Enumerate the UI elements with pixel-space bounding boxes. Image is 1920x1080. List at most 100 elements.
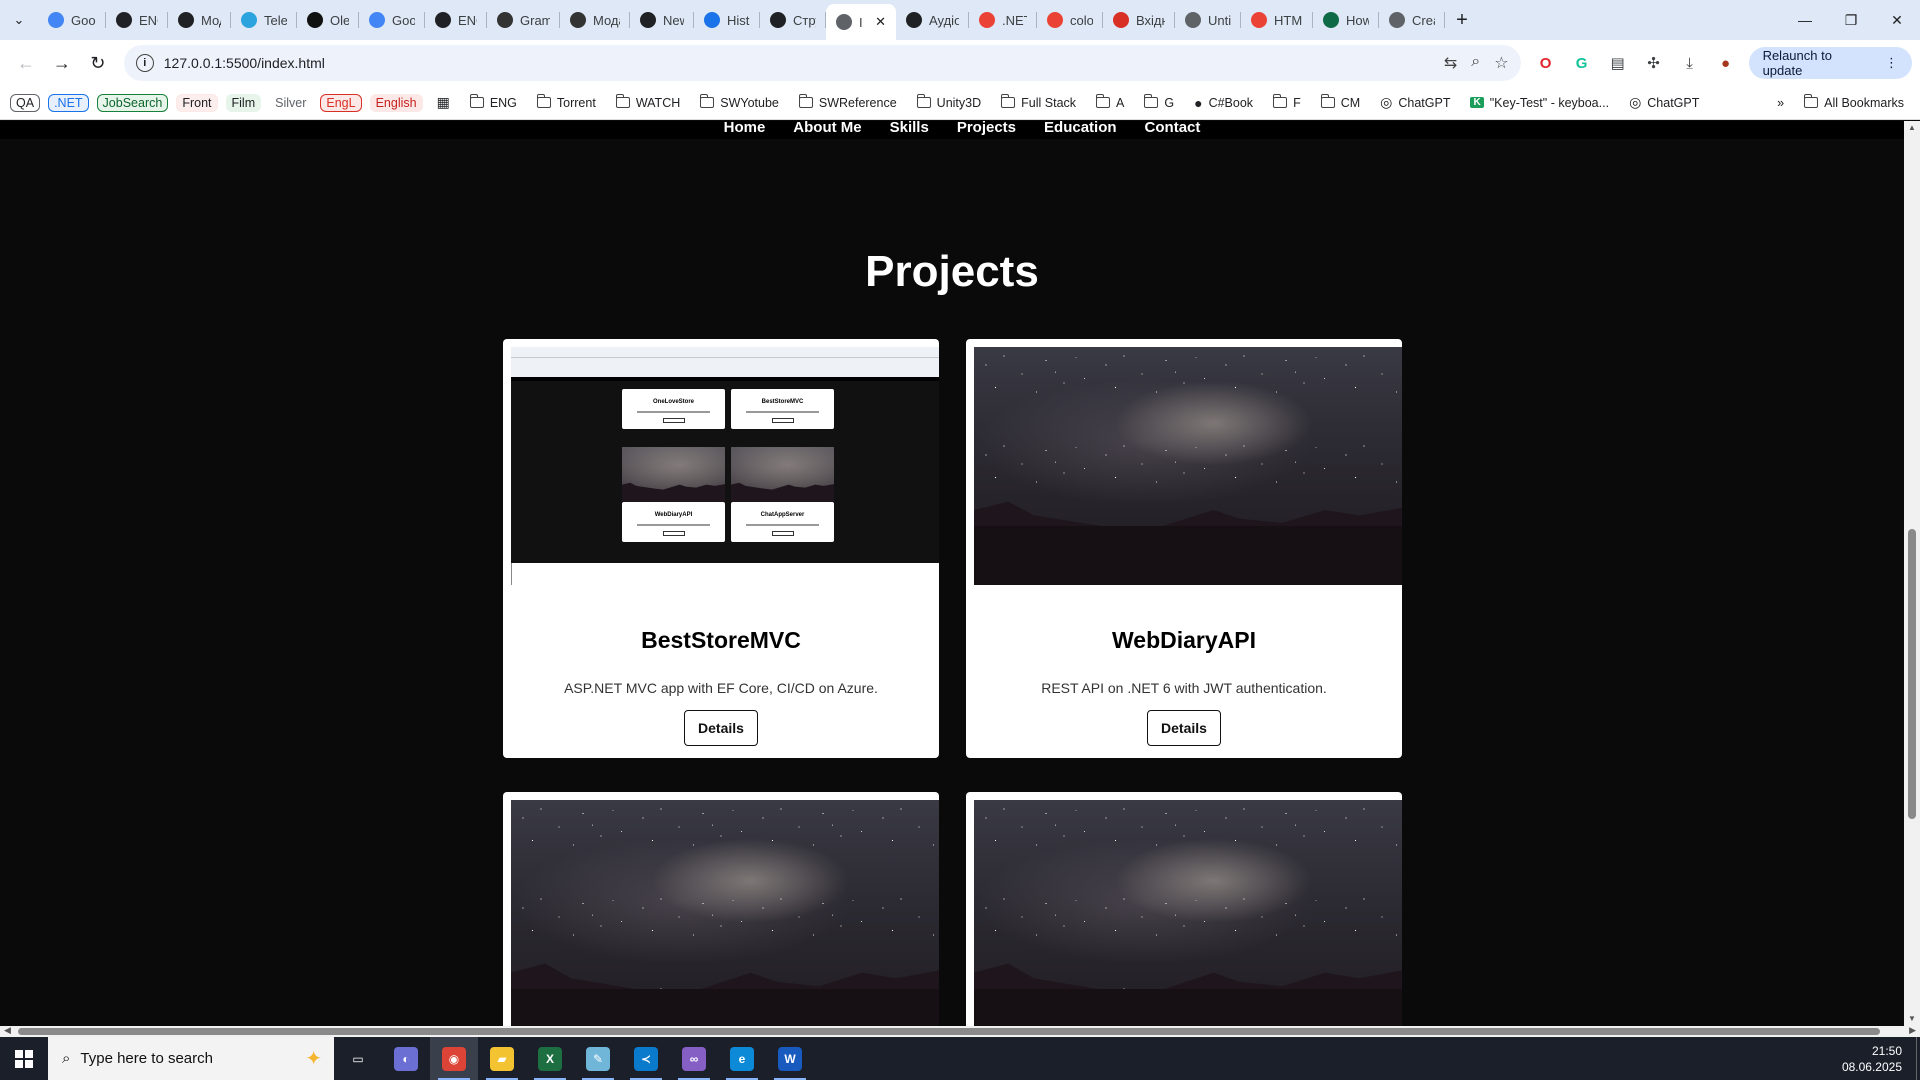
- restore-icon[interactable]: ❐: [1828, 0, 1874, 40]
- taskbar-search-box[interactable]: ⌕ Type here to search ✦: [48, 1037, 334, 1080]
- start-button[interactable]: [0, 1037, 48, 1080]
- browser-tab[interactable]: Мода: [168, 0, 231, 40]
- scroll-right-arrow-icon[interactable]: ▶: [1909, 1025, 1916, 1036]
- apps-grid-icon[interactable]: ▦: [437, 94, 450, 111]
- bookmark-chip[interactable]: EngL: [320, 93, 362, 112]
- bookmark-chip[interactable]: Silver: [269, 93, 313, 112]
- url-text[interactable]: 127.0.0.1:5500/index.html: [164, 55, 325, 71]
- task-view-taskbar-button[interactable]: ▭: [334, 1037, 382, 1080]
- bookmark-item[interactable]: SWReference: [798, 94, 897, 110]
- download-icon[interactable]: ⤓: [1675, 48, 1705, 78]
- vertical-scrollbar[interactable]: ▲ ▼: [1904, 121, 1920, 1026]
- system-clock[interactable]: 21:50 08.06.2025: [1842, 1043, 1902, 1075]
- browser-tab[interactable]: Googl: [38, 0, 106, 40]
- visual-studio-taskbar-button[interactable]: ∞: [670, 1037, 718, 1080]
- extensions-puzzle-icon[interactable]: ✣: [1639, 48, 1669, 78]
- all-bookmarks[interactable]: All Bookmarks: [1804, 94, 1904, 110]
- file-explorer-taskbar-button[interactable]: ▰: [478, 1037, 526, 1080]
- details-button[interactable]: Details: [1147, 710, 1221, 746]
- scroll-up-arrow-icon[interactable]: ▲: [1904, 121, 1920, 135]
- browser-tab[interactable]: Untitl: [1175, 0, 1241, 40]
- bookmark-item[interactable]: Unity3D: [916, 94, 981, 110]
- scroll-down-arrow-icon[interactable]: ▼: [1904, 1012, 1920, 1026]
- bookmark-item[interactable]: Torrent: [536, 94, 596, 110]
- show-desktop-button[interactable]: [1916, 1037, 1920, 1080]
- nav-link-skills[interactable]: Skills: [890, 121, 929, 139]
- notepad-taskbar-button[interactable]: ✎: [574, 1037, 622, 1080]
- edge-taskbar-button[interactable]: e: [718, 1037, 766, 1080]
- tab-search-chevron-icon[interactable]: ⌄: [0, 0, 38, 40]
- profile-avatar-icon[interactable]: ●: [1711, 48, 1741, 78]
- translate-icon[interactable]: ⇆: [1444, 53, 1457, 73]
- browser-tab[interactable]: .NET c: [969, 0, 1037, 40]
- close-window-icon[interactable]: ✕: [1874, 0, 1920, 40]
- minimize-icon[interactable]: —: [1782, 0, 1828, 40]
- bookmark-item[interactable]: F: [1273, 94, 1301, 110]
- browser-tab[interactable]: ENG -: [106, 0, 168, 40]
- browser-tab[interactable]: color: [1037, 0, 1103, 40]
- excel-taskbar-button[interactable]: X: [526, 1037, 574, 1080]
- bookmark-item[interactable]: Full Stack: [1001, 94, 1076, 110]
- browser-tab[interactable]: Create: [1379, 0, 1445, 40]
- reader-extension-icon[interactable]: ▤: [1603, 48, 1633, 78]
- bookmark-item[interactable]: ◎ ChatGPT: [1380, 94, 1450, 111]
- browser-tab[interactable]: Вхідні: [1103, 0, 1175, 40]
- more-bookmarks-chevron-icon[interactable]: »: [1777, 96, 1784, 110]
- bookmark-item[interactable]: A: [1096, 94, 1124, 110]
- forward-arrow-icon[interactable]: →: [44, 45, 80, 81]
- browser-tab[interactable]: Gram: [487, 0, 560, 40]
- browser-tab[interactable]: Аудіо: [896, 0, 969, 40]
- browser-tab[interactable]: New T: [630, 0, 694, 40]
- more-menu-icon[interactable]: ⋮: [1885, 55, 1898, 71]
- bookmark-item[interactable]: ◎ ChatGPT: [1629, 94, 1699, 111]
- horizontal-scrollbar[interactable]: ◀ ▶: [0, 1025, 1920, 1037]
- browser-tab[interactable]: III ✕: [826, 4, 896, 40]
- horizontal-scroll-thumb[interactable]: [18, 1028, 1880, 1035]
- nav-link-home[interactable]: Home: [724, 121, 766, 139]
- bookmark-item[interactable]: K "Key-Test" - keyboa...: [1470, 96, 1609, 110]
- relaunch-button[interactable]: Relaunch to update ⋮: [1748, 47, 1913, 79]
- bookmark-item[interactable]: WATCH: [615, 94, 680, 110]
- bookmark-item[interactable]: SWYotube: [700, 94, 779, 110]
- nav-link-education[interactable]: Education: [1044, 121, 1117, 139]
- bookmark-chip[interactable]: JobSearch: [96, 93, 169, 112]
- bookmark-item[interactable]: ENG: [469, 94, 517, 110]
- zoom-icon[interactable]: ⌕: [1471, 53, 1480, 73]
- browser-tab[interactable]: Goog: [359, 0, 425, 40]
- bookmark-item[interactable]: CM: [1320, 94, 1360, 110]
- word-taskbar-button[interactable]: W: [766, 1037, 814, 1080]
- chrome-taskbar-button[interactable]: ◉: [430, 1037, 478, 1080]
- bookmark-item[interactable]: G: [1144, 94, 1174, 110]
- browser-tab[interactable]: Струк: [760, 0, 826, 40]
- opera-extension-icon[interactable]: O: [1531, 48, 1561, 78]
- scroll-left-arrow-icon[interactable]: ◀: [4, 1025, 11, 1036]
- nav-link-about-me[interactable]: About Me: [793, 121, 861, 139]
- bookmark-star-icon[interactable]: ☆: [1494, 53, 1508, 73]
- browser-tab[interactable]: HTML: [1241, 0, 1313, 40]
- nav-link-projects[interactable]: Projects: [957, 121, 1016, 139]
- browser-tab[interactable]: ENG: [425, 0, 487, 40]
- browser-tab[interactable]: Teleg: [231, 0, 297, 40]
- bookmark-chip[interactable]: .NET: [48, 93, 89, 112]
- address-bar[interactable]: i 127.0.0.1:5500/index.html ⇆ ⌕ ☆: [123, 45, 1521, 81]
- vertical-scroll-thumb[interactable]: [1908, 529, 1916, 819]
- vscode-taskbar-button[interactable]: ≺: [622, 1037, 670, 1080]
- browser-tab[interactable]: How t: [1313, 0, 1379, 40]
- bookmark-chip[interactable]: English: [369, 93, 423, 112]
- new-tab-plus-icon[interactable]: +: [1445, 0, 1479, 40]
- details-button[interactable]: Details: [684, 710, 758, 746]
- browser-tab[interactable]: Мода: [560, 0, 630, 40]
- nav-link-contact[interactable]: Contact: [1145, 121, 1201, 139]
- reload-icon[interactable]: ↻: [80, 45, 116, 81]
- bookmark-chip[interactable]: Front: [176, 93, 218, 112]
- bookmark-chip[interactable]: QA: [10, 93, 41, 112]
- close-tab-icon[interactable]: ✕: [875, 14, 886, 30]
- copilot-taskbar-button[interactable]: ◐: [382, 1037, 430, 1080]
- site-info-icon[interactable]: i: [135, 54, 154, 72]
- browser-tab[interactable]: Olesia: [297, 0, 359, 40]
- bookmark-item[interactable]: ● C#Book: [1194, 95, 1253, 111]
- bookmark-chip[interactable]: Film: [225, 93, 262, 112]
- browser-tab[interactable]: Histor: [694, 0, 760, 40]
- grammarly-extension-icon[interactable]: G: [1567, 48, 1597, 78]
- back-arrow-icon[interactable]: ←: [8, 45, 44, 81]
